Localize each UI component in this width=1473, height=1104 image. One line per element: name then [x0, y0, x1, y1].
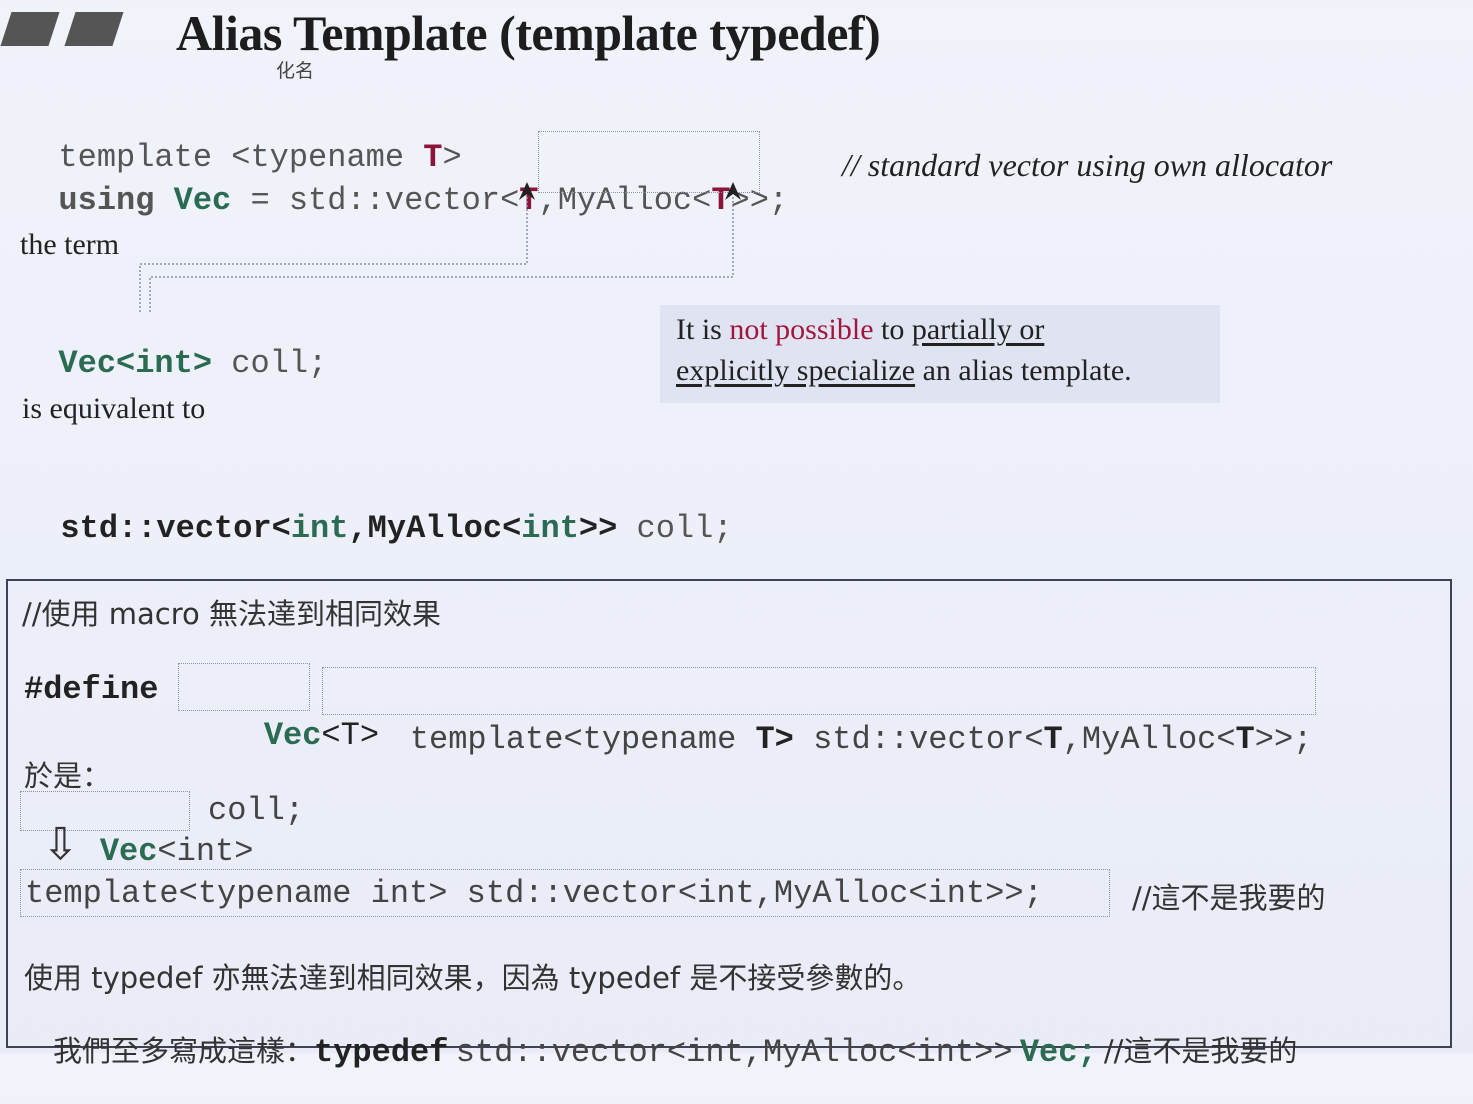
so-label: 於是：: [24, 759, 112, 793]
macro-body-text: template<typename: [409, 721, 756, 758]
equivalent-code: std::vector<int,MyAlloc<int>> coll;: [22, 473, 733, 547]
macro-name-box: Vec<T>: [178, 663, 379, 754]
down-arrow-icon: ⇩: [42, 819, 79, 870]
coll-token: coll;: [231, 345, 328, 382]
note-not-possible: not possible: [729, 313, 874, 346]
vec-int-token: Vec<int>: [58, 345, 213, 382]
macro-comparison-box: //使用 macro 無法達到相同效果 #define Vec<T> templ…: [6, 579, 1452, 1071]
int-token: int: [290, 510, 349, 547]
use-int: <int>: [157, 833, 254, 870]
macro-body-T: T>: [755, 721, 794, 758]
note-partially: partially or: [911, 313, 1045, 346]
macro-comment: //使用 macro 無法達到相同效果: [22, 597, 441, 631]
note-text: an alias template.: [915, 354, 1132, 387]
use-vec: Vec: [99, 833, 158, 870]
macro-body-box: template<typename T> std::vector<T,MyAll…: [322, 667, 1316, 758]
typedef-explanation: 使用 typedef 亦無法達到相同效果，因為 typedef 是不接受參數的。: [24, 961, 922, 995]
typedef-example-line: 我們至多寫成這樣：typedef std::vector<int,MyAlloc…: [24, 995, 1297, 1104]
the-term-label: the term: [20, 228, 120, 261]
note-line-1: It is not possible to partially or: [676, 313, 1044, 347]
macro-body-end: >>;: [1254, 721, 1313, 758]
macro-body-myalloc: ,MyAlloc<: [1062, 721, 1236, 758]
connector-arrows: [139, 182, 741, 312]
std-vector-bold: std::vector<: [60, 510, 291, 547]
macro-vec: Vec: [263, 717, 322, 754]
coll-token: coll;: [636, 510, 733, 547]
macro-body-T2: T: [1043, 721, 1063, 758]
int-token: int: [521, 510, 579, 547]
note-text: to: [873, 313, 912, 346]
expanded-code-box: template<typename int> std::vector<int,M…: [20, 869, 1110, 917]
macro-body-T3: T: [1235, 721, 1255, 758]
note-box: It is not possible to partially or expli…: [660, 305, 1220, 403]
vec-int-example: Vec<int> coll;: [20, 308, 327, 382]
use-coll: coll;: [208, 792, 305, 829]
expanded-comment: //這不是我要的: [1132, 881, 1326, 915]
is-equivalent-label: is equivalent to: [22, 392, 206, 425]
typedef-comment: //這不是我要的: [1103, 1034, 1298, 1068]
closing-brackets: >>: [578, 510, 618, 547]
note-line-2: explicitly specialize an alias template.: [676, 354, 1132, 388]
myalloc-bold: ,MyAlloc<: [348, 510, 522, 547]
note-text: It is: [676, 313, 730, 346]
macro-body-std: std::vector<: [793, 721, 1044, 758]
note-explicitly-specialize: explicitly specialize: [676, 354, 916, 387]
define-keyword: #define: [24, 671, 159, 708]
typedef-intro: 我們至多寫成這樣：: [53, 1034, 315, 1068]
